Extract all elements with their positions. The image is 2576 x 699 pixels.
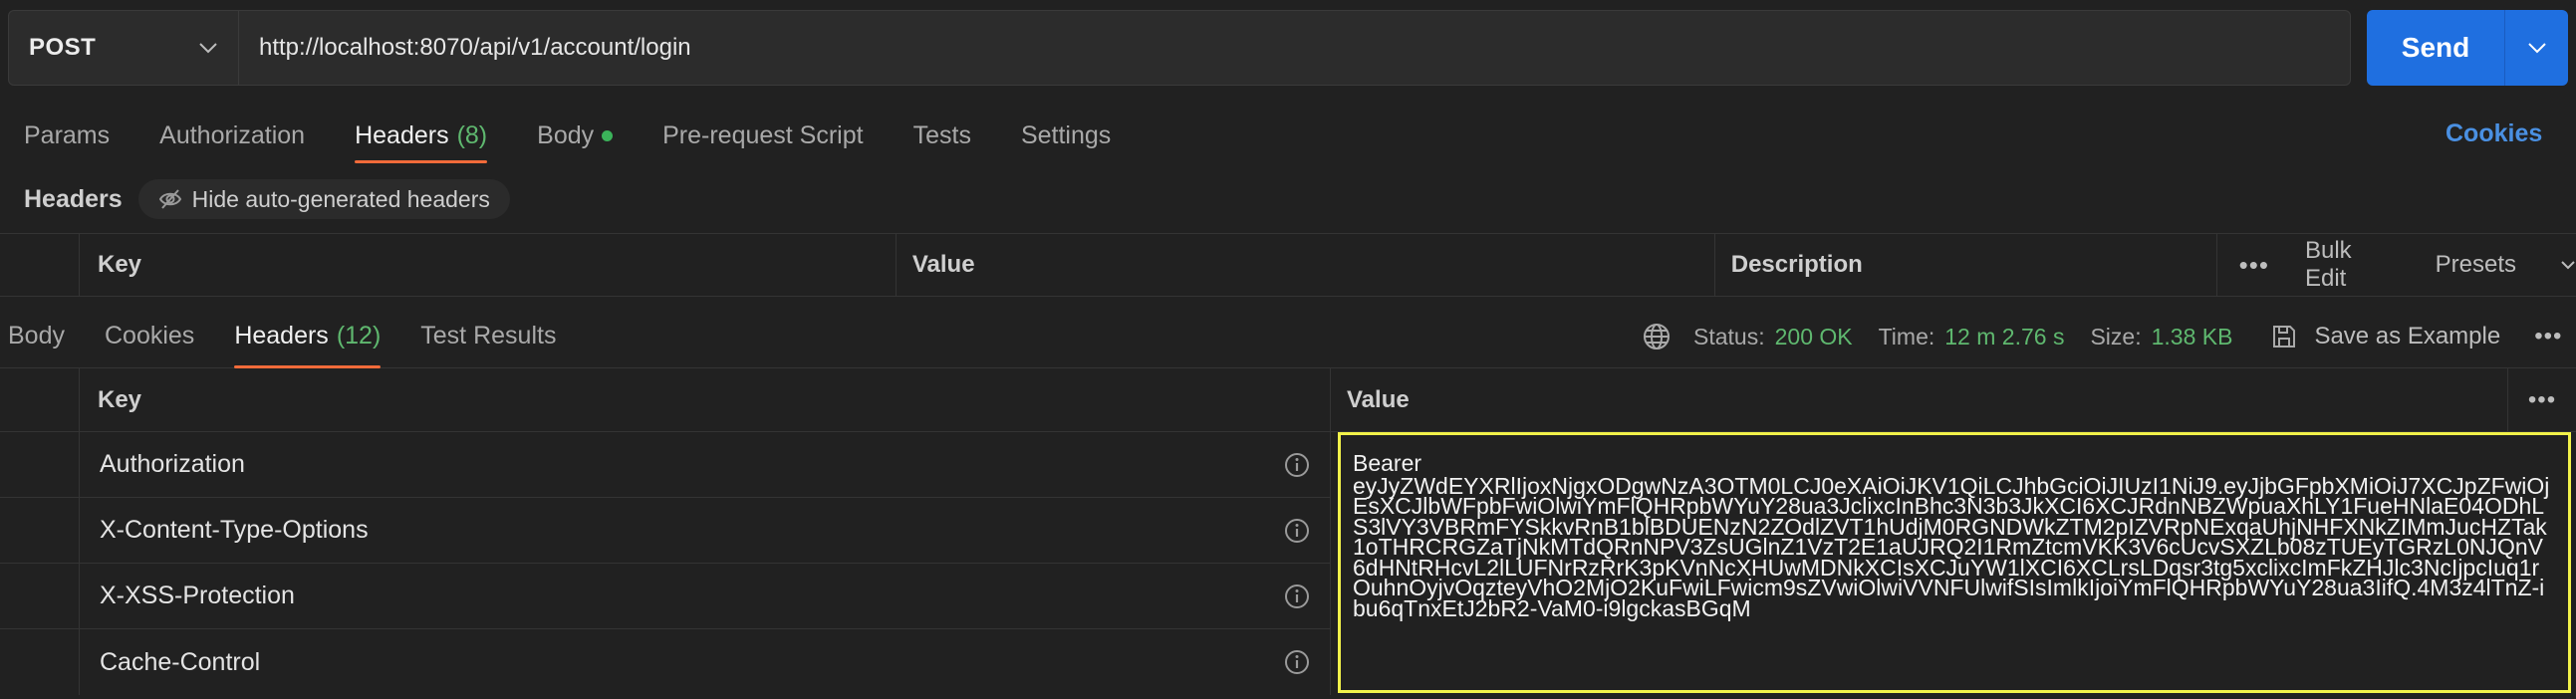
response-headers-rows: Authorization X-Content-Type-Options X-X… — [0, 432, 1331, 695]
column-value: Value — [1331, 368, 2508, 431]
row-gutter — [0, 498, 80, 563]
tab-count: (12) — [336, 322, 382, 350]
info-icon[interactable] — [1284, 649, 1310, 675]
request-table-actions: ••• Bulk Edit Presets — [2217, 234, 2576, 296]
time-label: Time: — [1878, 323, 1935, 350]
hide-auto-generated-label: Hide auto-generated headers — [191, 185, 490, 212]
header-key: Cache-Control — [100, 647, 261, 676]
tab-tests[interactable]: Tests — [913, 108, 971, 163]
tab-label: Headers — [234, 322, 329, 350]
tab-label: Body — [8, 322, 65, 350]
request-headers-table-header: Key Value Description ••• Bulk Edit Pres… — [0, 233, 2576, 297]
tab-label: Tests — [912, 120, 971, 149]
url-input[interactable]: http://localhost:8070/api/v1/account/log… — [239, 10, 2351, 86]
more-options-icon[interactable]: ••• — [2508, 368, 2576, 431]
header-key: X-XSS-Protection — [100, 582, 295, 609]
status-label: Status: — [1693, 323, 1765, 350]
eye-off-icon — [158, 189, 181, 209]
tab-label: Headers — [355, 120, 449, 149]
table-row: Cache-Control — [0, 629, 1331, 695]
send-button[interactable]: Send — [2367, 10, 2568, 86]
checkbox-column — [0, 234, 80, 296]
info-icon[interactable] — [1284, 518, 1310, 544]
row-gutter — [0, 564, 80, 628]
tab-label: Cookies — [104, 322, 195, 350]
save-icon — [2273, 326, 2296, 348]
method-select[interactable]: POST — [8, 10, 239, 86]
tab-label: Params — [24, 120, 111, 149]
header-key-cell: Authorization — [80, 432, 1331, 497]
save-as-example-label: Save as Example — [2314, 323, 2501, 350]
response-status-bar: Status: 200 OK Time: 12 m 2.76 s Size: 1… — [1642, 305, 2562, 368]
response-tab-cookies[interactable]: Cookies — [105, 305, 194, 368]
column-value: Value — [897, 234, 1715, 296]
tab-label: Test Results — [420, 322, 557, 350]
send-label: Send — [2401, 32, 2470, 63]
column-key: Key — [80, 368, 1331, 431]
tab-label: Settings — [1020, 120, 1112, 149]
tab-params[interactable]: Params — [24, 108, 110, 163]
header-key-cell: Cache-Control — [80, 629, 1331, 695]
save-as-example-button[interactable]: Save as Example — [2270, 323, 2500, 350]
status-value: 200 OK — [1774, 323, 1853, 350]
size-value[interactable]: 1.38 KB — [2152, 324, 2233, 350]
row-gutter — [0, 629, 80, 695]
chevron-down-icon — [199, 43, 217, 54]
tab-count: (8) — [456, 120, 488, 149]
tab-label: Body — [537, 120, 595, 149]
header-key-cell: X-XSS-Protection — [80, 564, 1331, 628]
request-tabs: Params Authorization Headers (8) Body Pre… — [0, 108, 2576, 163]
more-options-icon[interactable]: ••• — [2534, 323, 2562, 350]
response-tab-body[interactable]: Body — [8, 305, 65, 368]
headers-section-title: Headers — [24, 184, 123, 213]
gutter-column — [0, 368, 80, 431]
tab-headers[interactable]: Headers (8) — [355, 108, 488, 163]
header-key: X-Content-Type-Options — [100, 516, 369, 544]
table-row: X-XSS-Protection — [0, 564, 1331, 629]
header-key-cell: X-Content-Type-Options — [80, 498, 1331, 563]
authorization-value-token: eyJyZWdEYXRlIjoxNjgxODgwNzA3OTM0LCJ0eXAi… — [1353, 472, 2550, 621]
method-label: POST — [29, 34, 97, 61]
size-label: Size: — [2090, 323, 2142, 350]
tab-body[interactable]: Body — [537, 108, 614, 163]
column-description: Description — [1715, 234, 2217, 296]
response-tab-headers[interactable]: Headers (12) — [234, 305, 381, 368]
tab-settings[interactable]: Settings — [1021, 108, 1111, 163]
tab-label: Authorization — [159, 120, 306, 149]
hide-auto-generated-button[interactable]: Hide auto-generated headers — [137, 179, 510, 219]
response-tab-test-results[interactable]: Test Results — [420, 305, 556, 368]
table-row: Authorization — [0, 432, 1331, 498]
response-headers-table-header: Key Value ••• — [0, 368, 2576, 432]
authorization-value-highlight[interactable]: Bearer eyJyZWdEYXRlIjoxNjgxODgwNzA3OTM0L… — [1338, 432, 2571, 693]
authorization-value-bearer: Bearer — [1353, 450, 1422, 476]
more-options-icon[interactable]: ••• — [2239, 250, 2269, 281]
tab-pre-request-script[interactable]: Pre-request Script — [662, 108, 863, 163]
presets-label: Presets — [2435, 251, 2516, 278]
time-value[interactable]: 12 m 2.76 s — [1944, 324, 2064, 350]
url-text: http://localhost:8070/api/v1/account/log… — [259, 34, 691, 61]
presets-button[interactable]: Presets — [2436, 251, 2576, 279]
table-row: X-Content-Type-Options — [0, 498, 1331, 564]
cookies-link[interactable]: Cookies — [2446, 119, 2542, 148]
send-options-button[interactable] — [2504, 10, 2568, 86]
chevron-down-icon — [2527, 43, 2546, 54]
info-icon[interactable] — [1284, 583, 1310, 609]
tab-label: Pre-request Script — [662, 120, 864, 149]
chevron-down-icon — [2561, 261, 2575, 270]
globe-icon[interactable] — [1642, 322, 1672, 351]
header-key: Authorization — [100, 450, 245, 478]
bulk-edit-button[interactable]: Bulk Edit — [2305, 237, 2400, 293]
info-icon[interactable] — [1284, 452, 1310, 478]
column-key: Key — [80, 234, 897, 296]
tab-authorization[interactable]: Authorization — [159, 108, 305, 163]
body-indicator-dot — [602, 129, 614, 141]
row-gutter — [0, 432, 80, 497]
headers-subheader: Headers Hide auto-generated headers — [24, 179, 510, 219]
